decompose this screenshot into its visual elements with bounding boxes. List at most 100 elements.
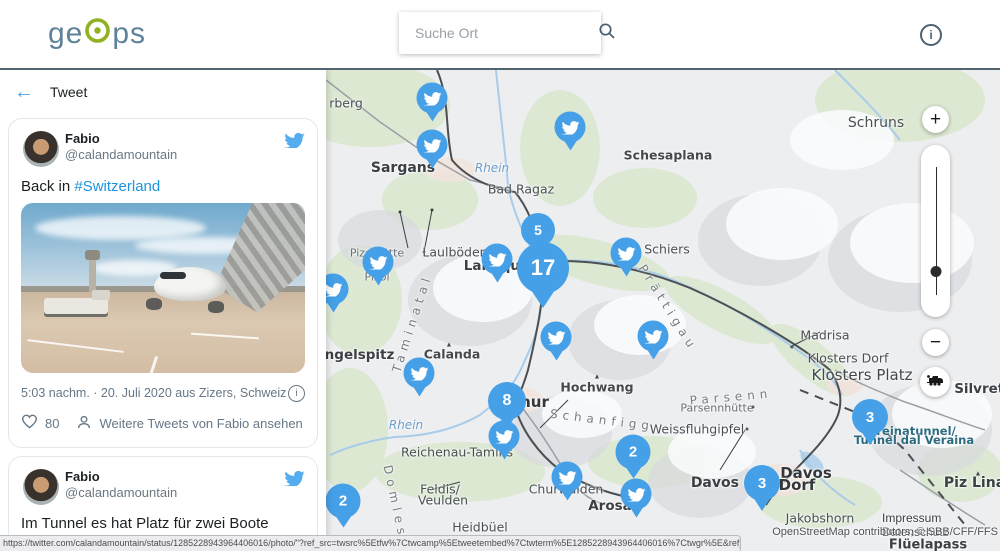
airplane-cockpit	[160, 272, 186, 279]
tweet-author[interactable]: Fabio	[65, 469, 305, 485]
map-label-piz-linard: Piz Linard	[944, 475, 1000, 491]
twitter-bird-icon	[495, 429, 513, 444]
tweet-marker-pin[interactable]	[404, 358, 435, 389]
twitter-bird-icon	[423, 138, 441, 153]
twitter-bird-icon	[423, 91, 441, 106]
map-label-calanda: Calanda	[424, 347, 481, 362]
logo-o-icon	[84, 17, 111, 50]
zoom-slider[interactable]	[921, 145, 950, 317]
pin-tip	[410, 383, 428, 397]
pin-tip	[644, 346, 662, 360]
search-icon[interactable]	[598, 22, 616, 45]
map-label-hochwang: Hochwang	[560, 380, 633, 395]
tweet-marker-pin[interactable]	[638, 321, 669, 352]
link-preview-statusbar: https://twitter.com/calandamountain/stat…	[0, 535, 741, 551]
peak-marker: ▲	[446, 342, 453, 349]
pin-tip	[622, 463, 644, 479]
person-icon[interactable]	[76, 414, 92, 433]
like-count: 80	[45, 416, 59, 431]
apron-marking	[191, 333, 259, 340]
heart-icon[interactable]	[21, 414, 38, 432]
airplane-engine	[208, 301, 224, 313]
zoom-in-button[interactable]: +	[922, 106, 949, 133]
avatar[interactable]	[23, 469, 59, 505]
twitter-bird-icon[interactable]	[284, 469, 305, 491]
cluster-count: 2	[629, 444, 637, 461]
map-label-silvretta: Silvretta	[954, 381, 1000, 397]
cluster-pin-2[interactable]: 2	[326, 484, 361, 519]
twitter-bird-icon	[644, 329, 662, 344]
tweet-marker-pin[interactable]	[541, 322, 572, 353]
tweet-marker-pin[interactable]	[552, 462, 583, 493]
tweet-marker-pin[interactable]	[482, 244, 513, 275]
map-label-madrisa: Madrisa	[800, 328, 849, 343]
tweet-info-icon[interactable]: i	[288, 385, 305, 402]
train-layer-button[interactable]	[920, 367, 950, 397]
tweet-author[interactable]: Fabio	[65, 131, 305, 147]
cluster-count: 3	[758, 475, 766, 492]
map-label-schesaplana: Schesaplana	[624, 148, 713, 163]
cluster-pin-3[interactable]: 3	[852, 399, 888, 435]
geops-logo: ge ps	[48, 17, 146, 50]
tweet-marker-pin[interactable]	[417, 130, 448, 161]
pin-tip	[617, 263, 635, 277]
tweet-text: Back in #Switzerland	[21, 178, 305, 195]
cluster-count: 3	[866, 409, 874, 426]
tweet-timestamp: 5:03 nachm. · 20. Juli 2020 aus Zizers, …	[21, 386, 286, 400]
more-tweets-link[interactable]: Weitere Tweets von Fabio ansehen	[99, 416, 302, 431]
cluster-pin-2[interactable]: 2	[616, 435, 651, 470]
pin-tip	[859, 428, 881, 445]
tweet-photo[interactable]	[21, 203, 305, 373]
map-label-klosters-dorf: Klosters Dorf	[808, 351, 889, 366]
zoom-out-button[interactable]: −	[922, 329, 949, 356]
map-label-heidb-el: Heidbüel	[452, 520, 508, 535]
pin-tip	[561, 137, 579, 151]
tweet-marker-pin[interactable]	[417, 83, 448, 114]
back-arrow-icon[interactable]: ←	[14, 82, 34, 102]
twitter-bird-icon	[488, 252, 506, 267]
tweet-marker-pin[interactable]	[621, 479, 652, 510]
logo-text-ge: ge	[48, 19, 83, 49]
pin-tip	[423, 108, 441, 122]
pin-tip	[547, 347, 565, 361]
train-icon	[926, 373, 945, 391]
pin-tip	[495, 446, 513, 460]
map-label-dorf: Dorf	[779, 476, 816, 494]
pin-tip	[324, 299, 342, 313]
pin-tip	[423, 155, 441, 169]
logo-text-ps: ps	[112, 19, 146, 49]
twitter-bird-icon	[558, 470, 576, 485]
twitter-bird-icon	[324, 282, 342, 297]
map-label-parsennh-tte: Parsennhütte	[680, 402, 753, 415]
map-label-bad-ragaz: Bad Ragaz	[488, 182, 554, 197]
map-label-veulden: Veulden	[418, 493, 468, 508]
tweet-handle[interactable]: @calandamountain	[65, 147, 305, 163]
tweet-handle[interactable]: @calandamountain	[65, 485, 305, 501]
cloud	[35, 216, 205, 240]
hashtag-link[interactable]: #Switzerland	[74, 178, 160, 195]
tweet-marker-pin[interactable]	[611, 238, 642, 269]
cluster-count: 5	[534, 222, 542, 238]
cluster-pin-3[interactable]: 3	[744, 465, 780, 501]
twitter-bird-icon	[627, 487, 645, 502]
avatar[interactable]	[23, 131, 59, 167]
airplane-engine	[146, 298, 162, 310]
cluster-pin-17[interactable]: 17	[517, 242, 569, 294]
tweet-card[interactable]: Fabio @calandamountain Back in #Switzerl…	[8, 118, 318, 448]
control-tower	[89, 250, 96, 292]
tweet-marker-pin[interactable]	[555, 112, 586, 143]
search-input[interactable]	[413, 24, 598, 42]
map-label-weissfluhgipfel: Weissfluhgipfel	[650, 422, 744, 437]
cluster-count: 2	[339, 493, 347, 510]
apron-marking	[149, 356, 158, 373]
twitter-bird-icon[interactable]	[284, 131, 305, 153]
impressum-link[interactable]: Impressum	[882, 511, 941, 525]
pin-tip	[496, 412, 518, 429]
zoom-slider-handle[interactable]	[930, 266, 941, 277]
search-box[interactable]	[399, 12, 601, 54]
pin-tip	[369, 272, 387, 286]
info-icon[interactable]: i	[920, 24, 942, 46]
cluster-pin-8[interactable]: 8	[488, 382, 526, 420]
pin-tip	[751, 494, 773, 511]
tweet-marker-pin[interactable]	[363, 247, 394, 278]
